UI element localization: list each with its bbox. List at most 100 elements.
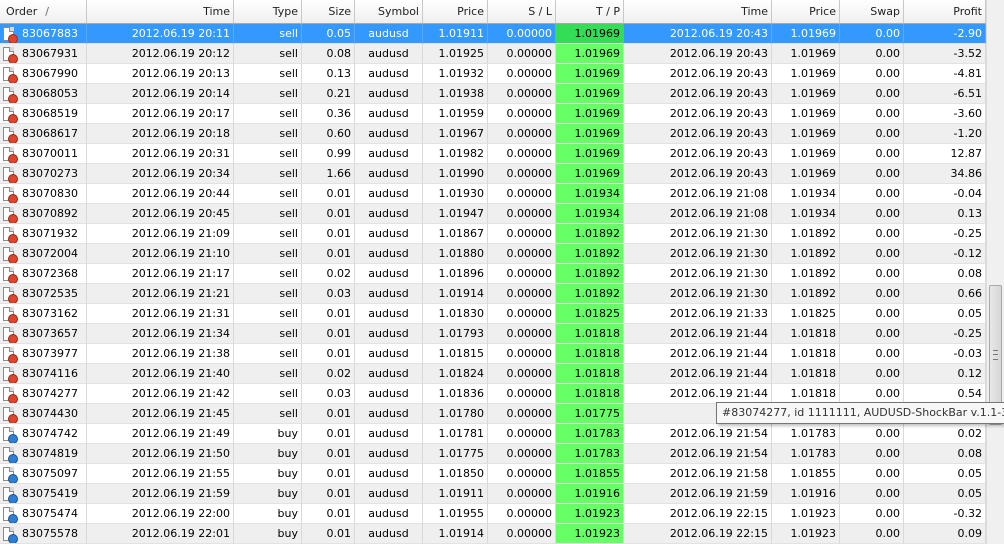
cell-sl: 0.00000: [488, 284, 556, 304]
cell-price: 1.01930: [423, 184, 488, 204]
column-header-price[interactable]: Price: [423, 0, 488, 24]
sell-order-icon: [3, 147, 18, 163]
column-header-size-label: Size: [328, 5, 351, 18]
table-row[interactable]: 83068617 2012.06.19 20:18 sell 0.60 audusd 1.…: [0, 124, 986, 144]
cell-symbol: audusd: [355, 384, 423, 404]
table-row[interactable]: 83073977 2012.06.19 21:38 sell 0.01 audusd 1.…: [0, 344, 986, 364]
cell-swap: 0.00: [840, 324, 904, 344]
cell-close-price: 1.01818: [772, 324, 840, 344]
column-header-time[interactable]: Time: [87, 0, 234, 24]
cell-time: 2012.06.19 20:18: [87, 124, 234, 144]
cell-tp: 1.01818: [556, 364, 624, 384]
table-row[interactable]: 83074742 2012.06.19 21:49 buy 0.01 audusd 1.0…: [0, 424, 986, 444]
order-status-dot: [8, 174, 18, 183]
column-header-order[interactable]: Order /: [0, 0, 87, 24]
cell-size: 0.01: [302, 524, 355, 544]
cell-symbol: audusd: [355, 264, 423, 284]
column-header-close-price[interactable]: Price: [772, 0, 840, 24]
order-status-dot: [8, 114, 18, 123]
table-row[interactable]: 83075578 2012.06.19 22:01 buy 0.01 audusd 1.0…: [0, 524, 986, 544]
cell-sl: 0.00000: [488, 504, 556, 524]
table-row[interactable]: 83068053 2012.06.19 20:14 sell 0.21 audusd 1.…: [0, 84, 986, 104]
column-header-type-label: Type: [272, 5, 298, 18]
cell-type: sell: [234, 224, 302, 244]
cell-swap: 0.00: [840, 504, 904, 524]
order-number: 83075419: [22, 487, 78, 500]
cell-order: 83075474: [0, 504, 87, 524]
column-header-time-label: Time: [203, 5, 230, 18]
table-row[interactable]: 83074116 2012.06.19 21:40 sell 0.02 audusd 1.…: [0, 364, 986, 384]
vertical-scrollbar[interactable]: [986, 0, 1004, 544]
cell-close-price: 1.01892: [772, 284, 840, 304]
cell-close-price: 1.01969: [772, 64, 840, 84]
table-row[interactable]: 83075419 2012.06.19 21:59 buy 0.01 audusd 1.0…: [0, 484, 986, 504]
cell-sl: 0.00000: [488, 344, 556, 364]
cell-swap: 0.00: [840, 444, 904, 464]
table-row[interactable]: 83075474 2012.06.19 22:00 buy 0.01 audusd 1.0…: [0, 504, 986, 524]
table-row[interactable]: 83074277 2012.06.19 21:42 sell 0.03 audusd 1.…: [0, 384, 986, 404]
cell-price: 1.01896: [423, 264, 488, 284]
cell-swap: 0.00: [840, 224, 904, 244]
cell-size: 1.66: [302, 164, 355, 184]
cell-type: buy: [234, 444, 302, 464]
cell-order: 83070830: [0, 184, 87, 204]
table-row[interactable]: 83070011 2012.06.19 20:31 sell 0.99 audusd 1.…: [0, 144, 986, 164]
table-row[interactable]: 83073657 2012.06.19 21:34 sell 0.01 audusd 1.…: [0, 324, 986, 344]
sell-order-icon: [3, 367, 18, 383]
table-row[interactable]: 83072004 2012.06.19 21:10 sell 0.01 audusd 1.…: [0, 244, 986, 264]
cell-profit: -0.04: [904, 184, 986, 204]
sell-order-icon: [3, 107, 18, 123]
cell-size: 0.01: [302, 304, 355, 324]
cell-time: 2012.06.19 20:12: [87, 44, 234, 64]
order-number: 83072535: [22, 287, 78, 300]
table-row[interactable]: 83068519 2012.06.19 20:17 sell 0.36 audusd 1.…: [0, 104, 986, 124]
order-status-dot: [8, 194, 18, 203]
table-row[interactable]: 83067883 2012.06.19 20:11 sell 0.05 audusd 1.…: [0, 24, 986, 44]
table-row[interactable]: 83075097 2012.06.19 21:55 buy 0.01 audusd 1.0…: [0, 464, 986, 484]
cell-price: 1.01932: [423, 64, 488, 84]
order-number: 83070273: [22, 167, 78, 180]
order-status-dot: [8, 94, 18, 103]
column-header-close-time[interactable]: Time: [624, 0, 772, 24]
table-row[interactable]: 83070273 2012.06.19 20:34 sell 1.66 audusd 1.…: [0, 164, 986, 184]
order-number: 83067990: [22, 67, 78, 80]
table-row[interactable]: 83073162 2012.06.19 21:31 sell 0.01 audusd 1.…: [0, 304, 986, 324]
cell-size: 0.01: [302, 204, 355, 224]
cell-symbol: audusd: [355, 124, 423, 144]
cell-close-time: 2012.06.19 20:43: [624, 124, 772, 144]
cell-swap: 0.00: [840, 164, 904, 184]
sell-order-icon: [3, 47, 18, 63]
column-header-swap[interactable]: Swap: [840, 0, 904, 24]
cell-close-price: 1.01818: [772, 364, 840, 384]
cell-profit: 0.54: [904, 384, 986, 404]
table-row[interactable]: 83070830 2012.06.19 20:44 sell 0.01 audusd 1.…: [0, 184, 986, 204]
cell-close-price: 1.01969: [772, 164, 840, 184]
table-row[interactable]: 83072368 2012.06.19 21:17 sell 0.02 audusd 1.…: [0, 264, 986, 284]
cell-size: 0.01: [302, 404, 355, 424]
table-row[interactable]: 83071932 2012.06.19 21:09 sell 0.01 audusd 1.…: [0, 224, 986, 244]
cell-price: 1.01955: [423, 504, 488, 524]
cell-close-price: 1.01934: [772, 204, 840, 224]
table-row[interactable]: 83067931 2012.06.19 20:12 sell 0.08 audusd 1.…: [0, 44, 986, 64]
cell-order: 83073657: [0, 324, 87, 344]
table-row[interactable]: 83067990 2012.06.19 20:13 sell 0.13 audusd 1.…: [0, 64, 986, 84]
table-row[interactable]: 83072535 2012.06.19 21:21 sell 0.03 audusd 1.…: [0, 284, 986, 304]
cell-sl: 0.00000: [488, 524, 556, 544]
cell-sl: 0.00000: [488, 124, 556, 144]
column-header-tp[interactable]: T / P: [556, 0, 624, 24]
table-row[interactable]: 83070892 2012.06.19 20:45 sell 0.01 audusd 1.…: [0, 204, 986, 224]
column-header-sl[interactable]: S / L: [488, 0, 556, 24]
column-header-size[interactable]: Size: [302, 0, 355, 24]
column-header-symbol[interactable]: Symbol: [355, 0, 423, 24]
column-header-type[interactable]: Type: [234, 0, 302, 24]
order-status-dot: [8, 514, 18, 523]
cell-profit: -0.25: [904, 224, 986, 244]
cell-type: buy: [234, 524, 302, 544]
cell-time: 2012.06.19 21:40: [87, 364, 234, 384]
column-header-profit[interactable]: Profit: [904, 0, 986, 24]
cell-profit: -0.25: [904, 324, 986, 344]
cell-close-price: 1.01969: [772, 144, 840, 164]
cell-swap: 0.00: [840, 64, 904, 84]
sell-order-icon: [3, 387, 18, 403]
table-row[interactable]: 83074819 2012.06.19 21:50 buy 0.01 audusd 1.0…: [0, 444, 986, 464]
